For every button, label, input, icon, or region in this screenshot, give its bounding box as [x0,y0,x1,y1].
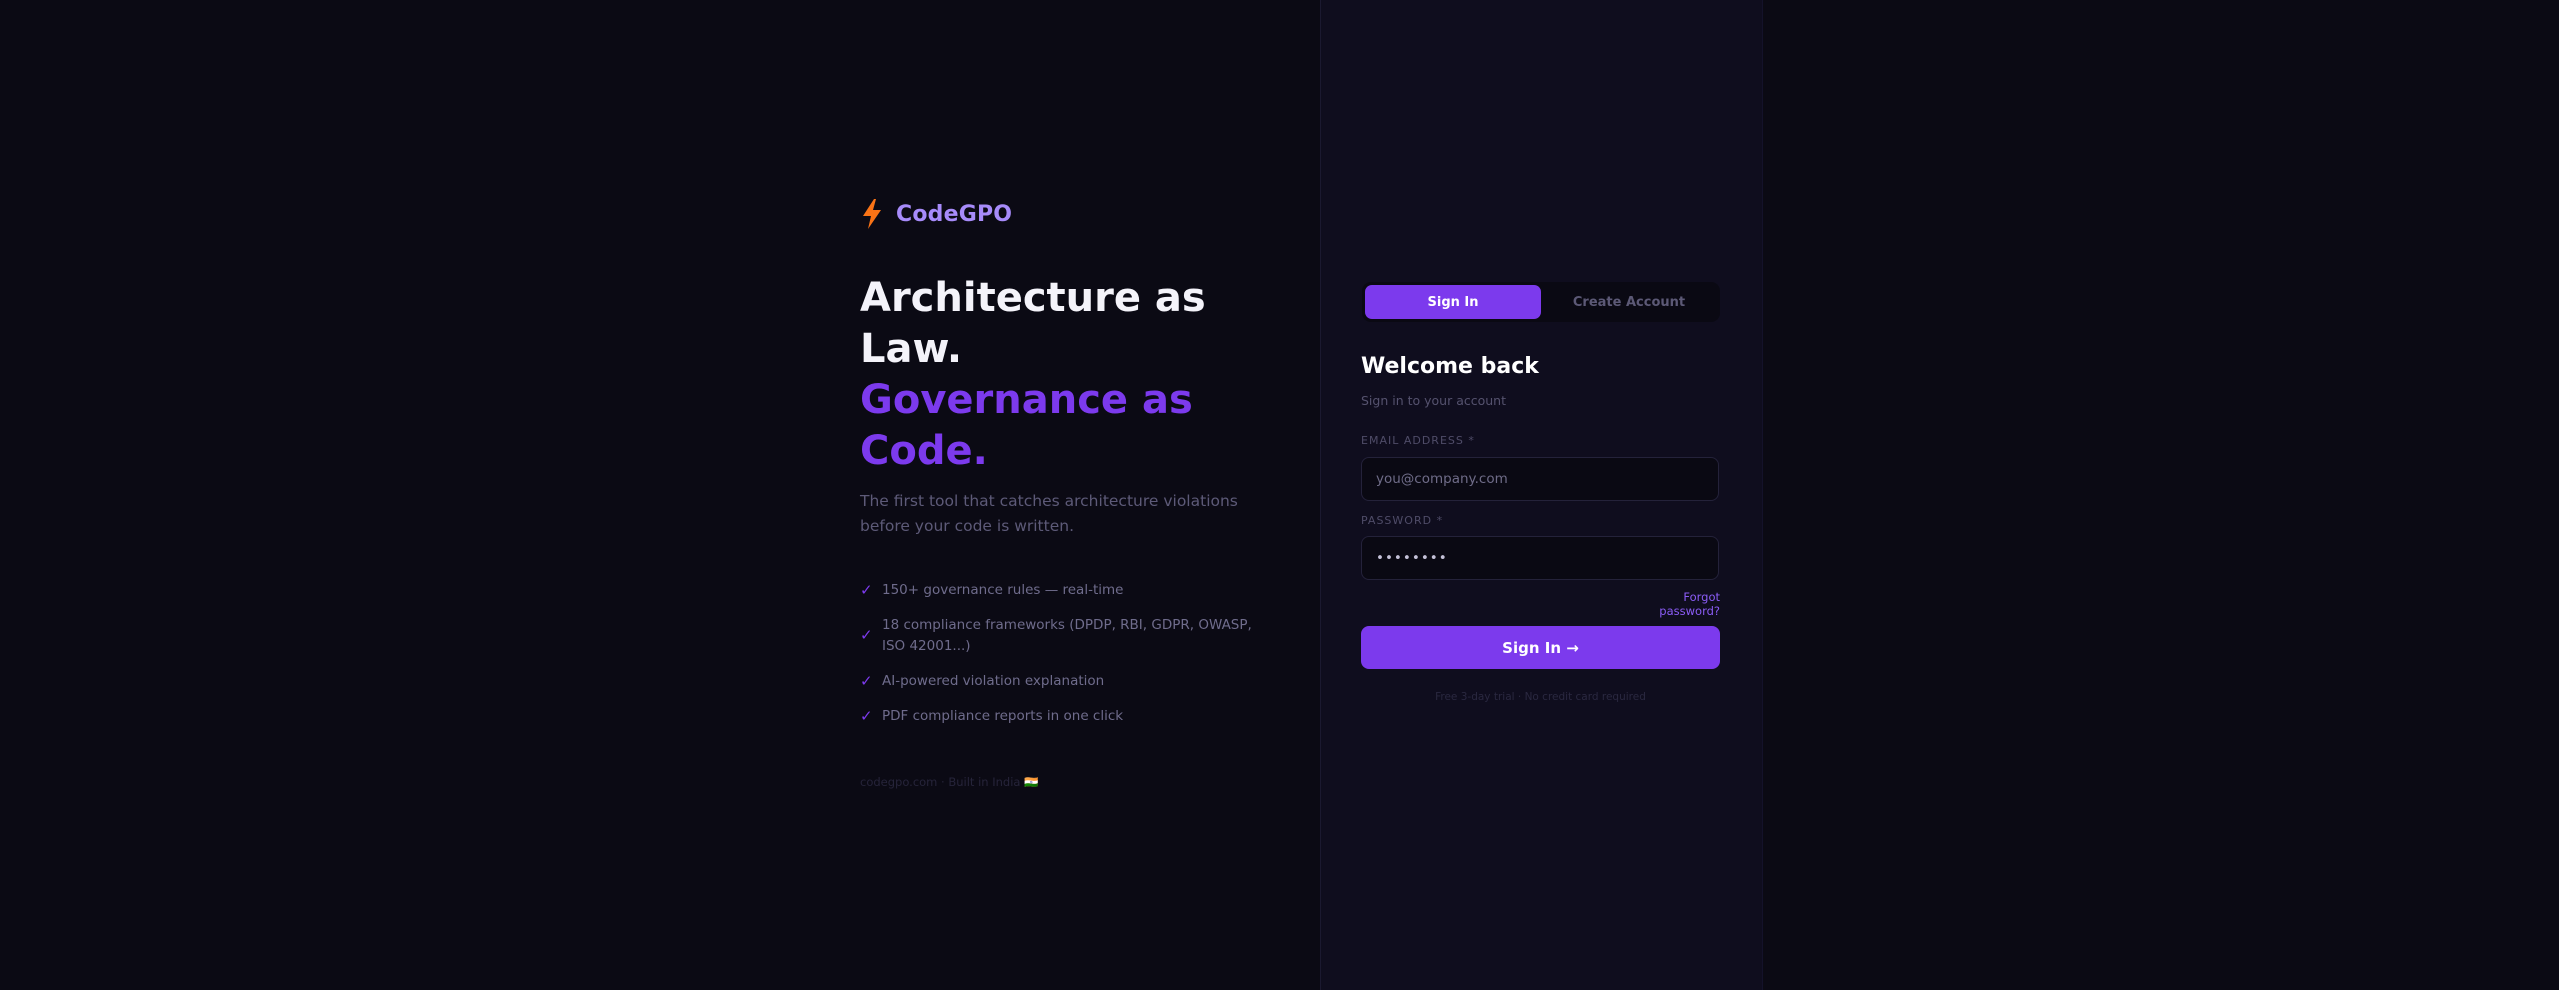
feature-text: 150+ governance rules — real-time [882,582,1124,598]
feature-item: ✓ AI-powered violation explanation [860,671,1260,692]
footer-note: codegpo.com · Built in India 🇮🇳 [860,775,1039,789]
form-title: Welcome back [1361,354,1539,379]
sign-in-button[interactable]: Sign In → [1361,626,1720,669]
form-subtitle: Sign in to your account [1361,393,1507,408]
headline-line-1: Architecture as [860,275,1206,321]
lightning-bolt-icon [863,199,881,229]
tab-sign-in[interactable]: Sign In [1365,285,1541,319]
feature-text: AI-powered violation explanation [882,673,1105,689]
forgot-password-link[interactable]: Forgot password? [1620,590,1720,618]
headline-line-4: Code. [860,428,988,474]
check-icon: ✓ [860,626,873,644]
check-icon: ✓ [860,581,873,599]
email-label: EMAIL ADDRESS * [1361,434,1475,447]
feature-list: ✓ 150+ governance rules — real-time ✓ 18… [860,580,1260,741]
feature-item: ✓ PDF compliance reports in one click [860,706,1260,727]
check-icon: ✓ [860,707,873,725]
brand-logo: CodeGPO [860,198,1012,230]
feature-item: ✓ 150+ governance rules — real-time [860,580,1260,601]
feature-item: ✓ 18 compliance frameworks (DPDP, RBI, G… [860,615,1260,657]
headline-line-2: Law. [860,326,963,372]
check-icon: ✓ [860,672,873,690]
hero-headline: Architecture as Law. Governance as Code. [860,273,1280,477]
feature-text: PDF compliance reports in one click [882,708,1124,724]
password-field[interactable] [1361,536,1719,580]
password-label: PASSWORD * [1361,514,1444,527]
headline-line-3: Governance as [860,377,1193,423]
email-field[interactable] [1361,457,1719,501]
feature-text: 18 compliance frameworks (DPDP, RBI, GDP… [882,617,1252,654]
login-page: CodeGPO Architecture as Law. Governance … [0,0,2559,990]
auth-tabs: Sign In Create Account [1362,282,1720,322]
trial-note: Free 3-day trial · No credit card requir… [1435,691,1646,703]
tab-create-account[interactable]: Create Account [1541,285,1717,319]
hero-subtitle: The first tool that catches architecture… [860,492,1238,535]
brand-name: CodeGPO [896,201,1013,227]
